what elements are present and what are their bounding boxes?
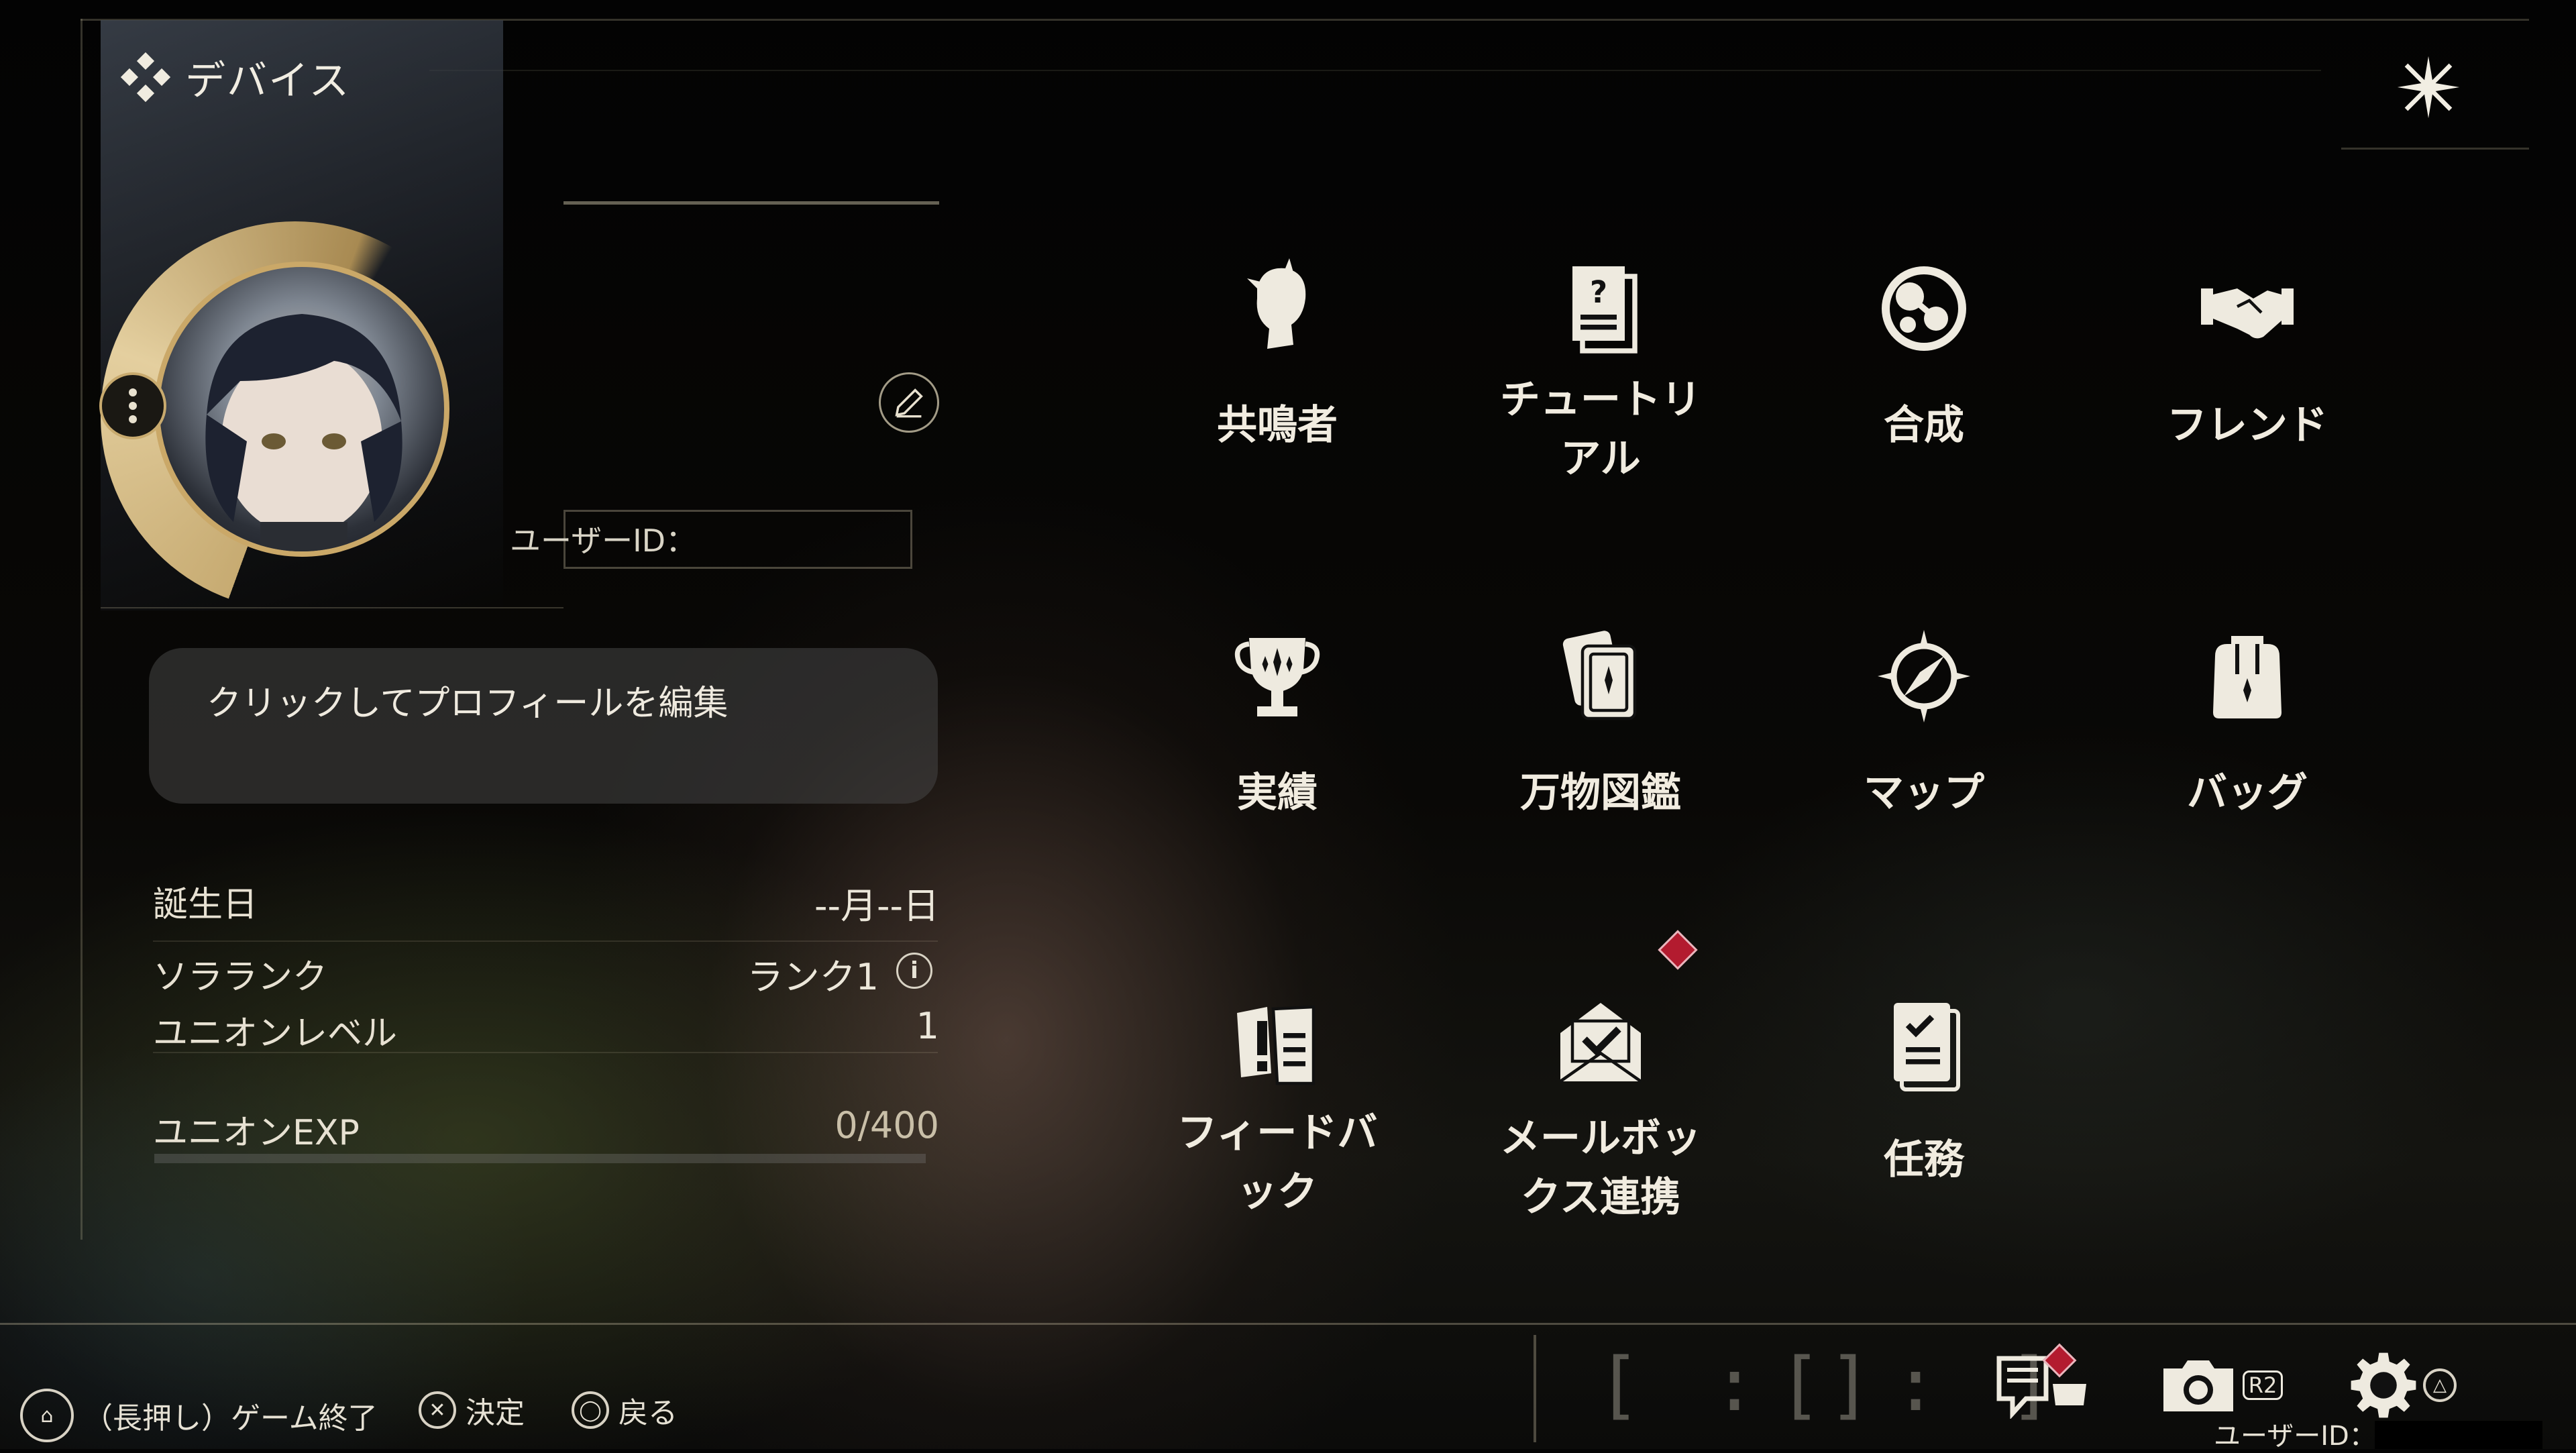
menu-label: 万物図鑑 — [1520, 769, 1681, 816]
union-level-label: ユニオンレベル — [153, 1014, 398, 1054]
menu-label: マップ — [1864, 769, 1984, 816]
union-level-value: 1 — [916, 1005, 939, 1047]
menu-resonators[interactable]: 共鳴者 — [1130, 201, 1425, 523]
menu-mailbox[interactable]: メールボッ クス連携 — [1453, 930, 1748, 1258]
stat-divider-2 — [153, 1052, 938, 1053]
close-icon — [2397, 56, 2460, 119]
stat-divider — [153, 940, 938, 942]
frame-line-header — [429, 70, 2321, 71]
notification-badge — [1658, 930, 1698, 970]
pencil-icon — [895, 388, 923, 418]
edit-profile-button[interactable]: クリックしてプロフィールを編集 — [149, 648, 938, 804]
page-title: デバイス — [185, 57, 351, 105]
menu-databank[interactable]: 万物図鑑 — [1453, 569, 1748, 891]
synthesis-icon — [1882, 266, 1966, 351]
databank-icon — [1562, 631, 1637, 720]
gear-icon — [2351, 1352, 2416, 1418]
compass-icon — [1878, 630, 1970, 722]
birthday-value: --月--日 — [814, 885, 939, 927]
profile-divider-2 — [101, 607, 564, 608]
edit-profile-label: クリックしてプロフィールを編集 — [207, 684, 729, 724]
tutorial-icon: ? — [1572, 266, 1638, 354]
resonator-icon — [1247, 258, 1306, 349]
sol-rank-value: ランク1 — [747, 956, 879, 998]
avatar-portrait — [205, 314, 402, 551]
menu-synthesis[interactable]: 合成 — [1776, 201, 2072, 523]
user-id-label: ユーザーID： — [510, 523, 697, 559]
menu-label: フレンド — [2167, 402, 2328, 449]
birthday-label: 誕生日 — [153, 885, 258, 925]
menu-label: フィードバ ック — [1177, 1110, 1378, 1216]
menu-bag[interactable]: バッグ — [2100, 569, 2395, 891]
menu-label: バッグ — [2187, 769, 2308, 816]
home-button-icon: ⌂ — [20, 1389, 74, 1442]
edit-name-button[interactable] — [879, 372, 939, 433]
menu-feedback[interactable]: フィードバ ック — [1130, 936, 1425, 1258]
r2-button-label: R2 — [2242, 1370, 2284, 1400]
footer-user-id-label: ユーザーID： — [2214, 1421, 2376, 1452]
union-exp-label: ユニオンEXP — [153, 1113, 360, 1153]
settings-button[interactable]: △ — [2334, 1348, 2469, 1422]
close-button[interactable] — [2375, 47, 2482, 127]
hint-back-label: 戻る — [619, 1396, 678, 1430]
cross-button-icon: ✕ — [419, 1391, 456, 1429]
menu-label: 共鳴者 — [1217, 402, 1338, 449]
footer-user-id-redacted — [2375, 1421, 2542, 1449]
profile-options-button[interactable] — [99, 372, 166, 439]
device-icon — [121, 52, 170, 102]
menu-achievements[interactable]: 実績 — [1130, 569, 1425, 891]
quest-icon — [1894, 1003, 1960, 1091]
info-icon[interactable]: i — [896, 953, 932, 989]
bottom-divider — [0, 1323, 2576, 1325]
menu-label: チュートリ アル — [1500, 376, 1701, 482]
hint-exit[interactable]: ⌂ （長押し）ゲーム終了 — [20, 1389, 378, 1442]
profile-divider — [564, 201, 939, 205]
union-exp-bar — [154, 1154, 926, 1163]
menu-label: メールボッ クス連携 — [1500, 1115, 1701, 1221]
frame-line-left — [80, 19, 83, 1240]
frame-line-right — [2341, 148, 2529, 150]
camera-icon — [2163, 1360, 2233, 1411]
hint-exit-label: （長押し）ゲーム終了 — [83, 1401, 378, 1436]
menu-quests[interactable]: 任務 — [1776, 936, 2072, 1258]
menu-tutorial[interactable]: ? チュートリ アル — [1453, 201, 1748, 523]
trophy-icon — [1234, 638, 1320, 716]
union-exp-value: 0/400 — [835, 1104, 939, 1146]
hint-back[interactable]: ◯ 戻る — [572, 1389, 678, 1432]
svg-text:?: ? — [1590, 274, 1607, 310]
camera-button[interactable]: R2 — [2153, 1348, 2288, 1422]
menu-label: 実績 — [1237, 769, 1318, 816]
circle-button-icon: ◯ — [572, 1391, 609, 1429]
page-header: デバイス — [121, 47, 350, 107]
avatar[interactable] — [154, 262, 449, 557]
hint-confirm-label: 決定 — [466, 1396, 525, 1430]
menu-label: 合成 — [1884, 402, 1964, 449]
feedback-icon — [1237, 1005, 1316, 1085]
menu-friends[interactable]: フレンド — [2100, 201, 2395, 523]
backpack-icon — [2213, 636, 2282, 718]
more-vertical-icon — [129, 388, 137, 423]
mail-icon — [1559, 1003, 1642, 1083]
triangle-button-icon: △ — [2423, 1368, 2457, 1402]
bottom-vertical-divider — [1534, 1335, 1536, 1442]
friends-icon — [2201, 288, 2294, 339]
menu-map[interactable]: マップ — [1776, 569, 2072, 891]
notes-button[interactable] — [1986, 1343, 2100, 1422]
hint-confirm[interactable]: ✕ 決定 — [419, 1389, 525, 1432]
sol-rank-label: ソラランク — [153, 957, 328, 998]
menu-label: 任務 — [1884, 1136, 1964, 1183]
notes-icon — [1996, 1356, 2086, 1419]
